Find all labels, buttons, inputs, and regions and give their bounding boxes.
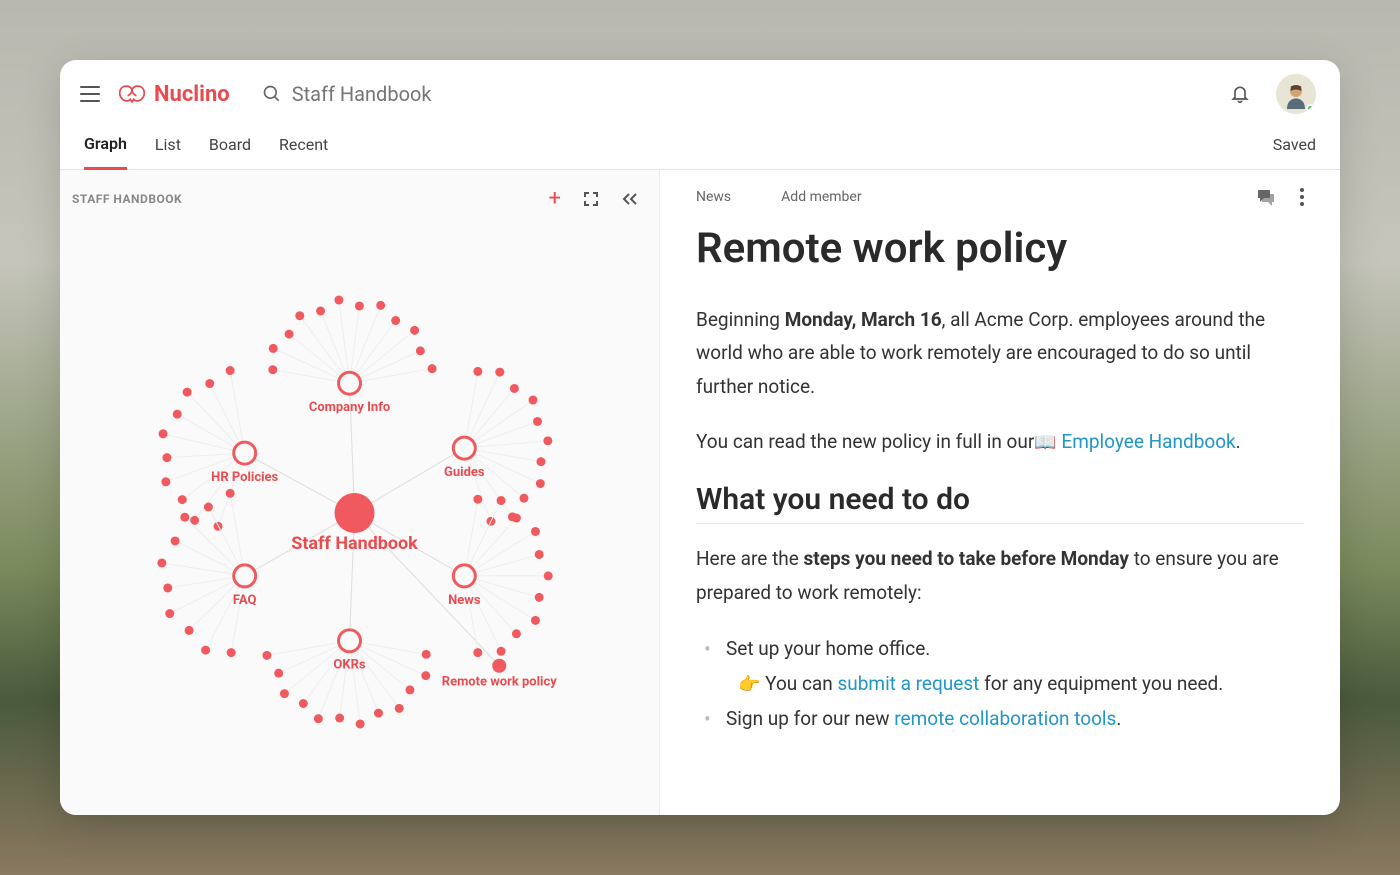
tab-more-icon[interactable] [356,135,372,159]
topbar: Nuclino [60,60,1340,124]
svg-text:News: News [448,593,481,608]
svg-text:Guides: Guides [444,465,485,480]
svg-text:Staff Handbook: Staff Handbook [291,533,418,554]
notifications-icon[interactable] [1230,83,1250,105]
presence-dot-icon [1306,104,1315,113]
doc-title: Remote work policy [696,224,1304,273]
remote-tools-link[interactable]: remote collaboration tools [894,707,1116,730]
save-status: Saved [1273,125,1316,168]
doc-actions [1256,188,1304,206]
brand-logo[interactable]: Nuclino [118,82,230,107]
app-window: Nuclino Graph List Board Recent Saved ST… [60,60,1340,815]
search-icon [262,84,282,104]
topbar-right [1230,74,1316,114]
breadcrumb-add-member[interactable]: Add member [781,189,861,205]
brand-name: Nuclino [154,82,230,107]
breadcrumb-news[interactable]: News [696,189,731,205]
svg-text:HR Policies: HR Policies [211,470,278,485]
graph-canvas[interactable]: Company Info Guides HR Policies FAQ News OKRs… [60,221,659,815]
view-tabs: Graph List Board Recent Saved [60,124,1340,170]
search[interactable] [262,82,1212,106]
brain-icon [118,83,146,105]
book-emoji-icon: 📖 [1034,432,1056,453]
avatar[interactable] [1276,74,1316,114]
section-heading: What you need to do [696,482,1304,524]
graph-actions: + [549,186,639,211]
graph-title: STAFF HANDBOOK [72,192,182,206]
submit-request-link[interactable]: submit a request [837,672,979,695]
main: STAFF HANDBOOK + Company Info Guides HR Po… [60,170,1340,815]
collapse-panel-icon[interactable] [621,192,639,206]
svg-text:Company Info: Company Info [309,400,390,415]
doc-topbar: News Add member [696,170,1304,214]
list-item: Sign up for our new remote collaboration… [714,701,1304,736]
paragraph-intro: Beginning Monday, March 16, all Acme Cor… [696,303,1304,403]
search-input[interactable] [292,82,592,106]
svg-text:Remote work policy: Remote work policy [442,675,557,690]
expand-icon[interactable] [583,191,599,207]
comments-icon[interactable] [1256,188,1276,206]
add-node-icon[interactable]: + [549,186,561,211]
steps-list: Set up your home office. 👉 You can submi… [696,631,1304,737]
svg-text:FAQ: FAQ [233,593,257,608]
graph-header: STAFF HANDBOOK + [60,170,659,221]
doc-more-icon[interactable] [1300,188,1304,206]
paragraph-handbook-link: You can read the new policy in full in o… [696,425,1304,459]
graph-svg: Company Info Guides HR Policies FAQ News OKRs… [60,221,659,815]
tab-list[interactable]: List [155,125,181,168]
list-item: Set up your home office. 👉 You can submi… [714,631,1304,701]
svg-text:OKRs: OKRs [333,658,365,673]
tab-board[interactable]: Board [209,125,251,168]
employee-handbook-link[interactable]: Employee Handbook [1061,430,1235,453]
graph-pane: STAFF HANDBOOK + Company Info Guides HR Po… [60,170,660,815]
tab-recent[interactable]: Recent [279,125,328,168]
tab-graph[interactable]: Graph [84,124,127,170]
point-emoji-icon: 👉 [738,674,760,695]
paragraph-steps-intro: Here are the steps you need to take befo… [696,542,1304,609]
document-pane: News Add member Remote work policy Begin… [660,170,1340,815]
doc-body: Beginning Monday, March 16, all Acme Cor… [696,303,1304,736]
menu-icon[interactable] [80,86,100,102]
